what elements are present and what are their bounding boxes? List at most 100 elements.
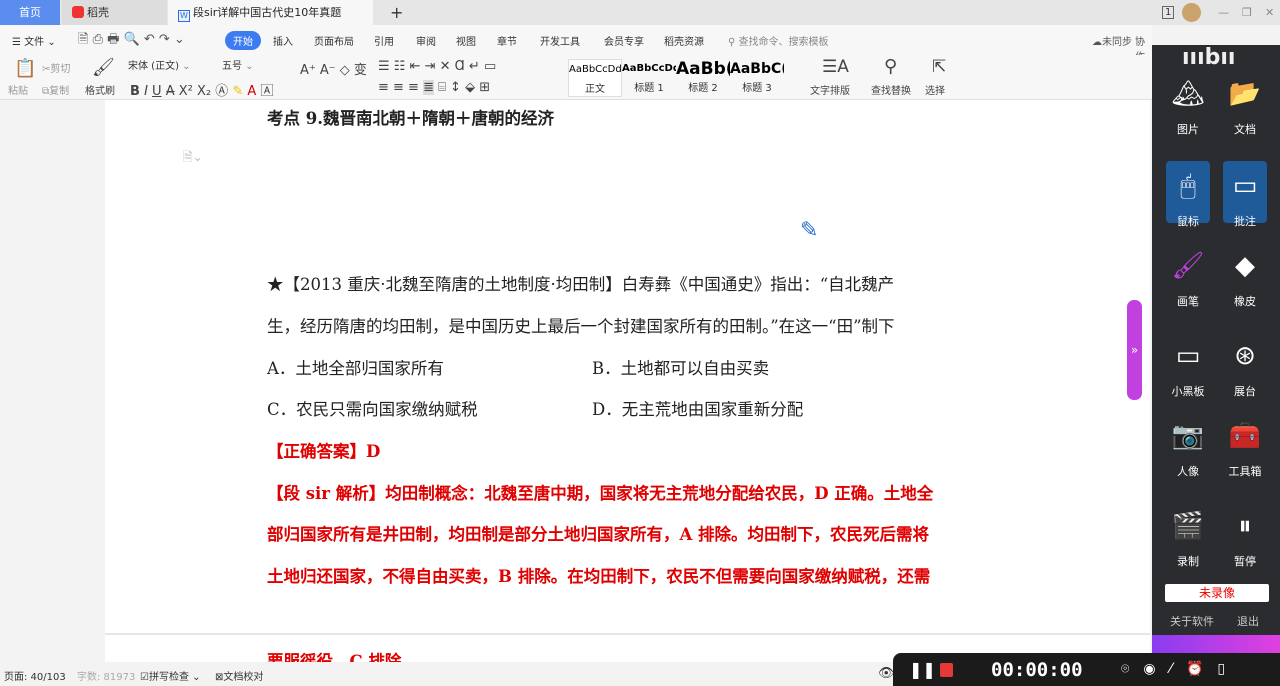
mouse-tool[interactable]: 🖱 鼠标 <box>1166 161 1210 228</box>
font-select[interactable]: 宋体 (正文) ⌄ <box>128 58 220 76</box>
option-d: D．无主荒地由国家重新分配 <box>592 400 804 419</box>
option-c: C．农民只需向国家缴纳赋税 <box>267 400 478 419</box>
image-tool[interactable]: 🏔 图片 <box>1166 73 1210 137</box>
paragraph-menu-icon[interactable]: 🗎⌄ <box>183 148 203 169</box>
menu-developer[interactable]: 开发工具 <box>540 33 580 48</box>
menu-insert[interactable]: 插入 <box>273 33 293 48</box>
recorder-tool-icons[interactable]: ⌾◉⁄⏰▯ <box>1121 661 1239 677</box>
side-expand-handle[interactable]: » <box>1127 300 1142 400</box>
section-heading: 考点 9.魏晋南北朝＋隋朝＋唐朝的经济 <box>267 109 554 128</box>
pause-button[interactable]: ❚❚ <box>909 660 936 679</box>
menu-member[interactable]: 会员专享 <box>604 33 644 48</box>
page-break <box>105 633 1150 635</box>
tab-document-label: 段sir详解中国古代史10年真题 <box>193 6 342 19</box>
brush-tool[interactable]: 🖌 画笔 <box>1166 245 1210 309</box>
image-icon: 🏔 <box>1171 79 1205 109</box>
new-tab-button[interactable]: + <box>380 0 413 25</box>
style-heading-1[interactable]: AaBbCcDd 标题 1 <box>622 59 676 97</box>
window-count-badge[interactable]: 1 <box>1162 6 1175 19</box>
mouse-icon: 🖱 <box>1180 170 1196 201</box>
font-size-select[interactable]: 五号 ⌄ <box>222 58 294 76</box>
font-format-icons[interactable]: B I U A̶ X² X₂ Ⓐ ✎ A 🄰 <box>130 80 273 99</box>
sync-button[interactable]: ☁未同步 <box>1092 33 1132 48</box>
paste-button[interactable]: 粘贴 <box>8 82 28 97</box>
about-button[interactable]: 关于软件 <box>1170 613 1214 629</box>
avatar[interactable] <box>1182 3 1201 22</box>
command-search[interactable]: ⚲ 查找命令、搜索模板 <box>728 33 829 48</box>
menu-layout[interactable]: 页面布局 <box>314 33 354 48</box>
annotate-tool[interactable]: ▭ 批注 <box>1223 161 1267 228</box>
alignment-icons[interactable]: ≡ ≡ ≡ ≣ ⌸ ↕ ⬙ ⊞ <box>378 80 490 95</box>
menu-review[interactable]: 审阅 <box>416 33 436 48</box>
menu-daoke-resources[interactable]: 稻壳资源 <box>664 33 704 48</box>
analysis-line: 部归国家所有是井田制，均田制是部分土地归国家所有，A 排除。均田制下，农民死后需… <box>267 525 930 544</box>
eraser-tool[interactable]: ◆ 橡皮 <box>1223 245 1267 309</box>
close-button[interactable]: ✕ <box>1255 0 1280 25</box>
analysis-line: 土地归还国家，不得自由买卖，B 排除。在均田制下，农民不但需要向国家缴纳赋税，还… <box>267 567 931 586</box>
format-painter-button[interactable]: 格式刷 <box>85 82 115 97</box>
portrait-tool[interactable]: 📷 人像 <box>1166 415 1210 479</box>
menu-chapter[interactable]: 章节 <box>497 33 517 48</box>
promo-banner <box>1152 635 1280 653</box>
word-count[interactable]: 字数: 81973 <box>77 668 135 683</box>
proofread-button[interactable]: ⊠文档校对 <box>215 668 263 683</box>
showcase-tool[interactable]: ⊛ 展台 <box>1223 335 1267 399</box>
folder-icon: 📂 <box>1228 79 1262 109</box>
option-b: B．土地都可以自由买卖 <box>592 359 770 378</box>
pause-circle-icon: ⏸ <box>1238 510 1252 541</box>
pause-tool[interactable]: ⏸ 暂停 <box>1223 505 1267 569</box>
annotate-window-icon: ▭ <box>1232 171 1258 201</box>
option-a: A．土地全部归国家所有 <box>267 359 444 378</box>
menu-bar: ☰ 文件 ⌄ 🗎 ⎙ 🖶 🔍 ↶ ↷ ⌄ 开始 插入 页面布局 引用 审阅 视图… <box>0 25 1152 63</box>
find-replace-button[interactable]: 查找替换 <box>871 82 911 97</box>
stop-button[interactable] <box>940 663 953 677</box>
menu-references[interactable]: 引用 <box>374 33 394 48</box>
file-menu[interactable]: ☰ 文件 ⌄ <box>12 33 56 48</box>
daoke-logo-icon <box>72 6 84 18</box>
text-layout-button[interactable]: 文字排版 <box>810 82 850 97</box>
select-button[interactable]: 选择 <box>925 82 945 97</box>
cursor-select-icon: ⇱ <box>932 57 947 77</box>
screen-recorder-panel: ıııbıı 🏔 图片 📂 文档 🖱 鼠标 ▭ 批注 🖌 画笔 ◆ 橡皮 ▭ 小黑板 ⊛ 展台 … <box>1152 45 1280 653</box>
tab-bar: 首页 稻壳 W段sir详解中国古代史10年真题● + 1 — ❐ ✕ <box>0 0 1280 44</box>
recording-control-bar: ❚❚ 00:00:00 ⌾◉⁄⏰▯ <box>893 653 1280 686</box>
page-indicator[interactable]: 页面: 40/103 <box>4 668 66 683</box>
toolbox-tool[interactable]: 🧰 工具箱 <box>1223 415 1267 479</box>
exit-button[interactable]: 退出 <box>1237 613 1259 629</box>
format-painter-icon[interactable]: 🖌 <box>92 57 115 78</box>
eraser-icon: ◆ <box>1235 251 1255 281</box>
text-layout-icon: ☰A <box>822 57 849 77</box>
camera-icon: 📷 <box>1171 421 1205 451</box>
style-heading-3[interactable]: AaBbC(标题 3 <box>730 59 784 97</box>
paste-icon[interactable]: 📋 <box>14 58 36 79</box>
spell-check-button[interactable]: ☑拼写检查 ⌄ <box>140 668 201 683</box>
copy-button[interactable]: ⧉复制 <box>42 82 69 97</box>
tab-daoke-label: 稻壳 <box>87 6 109 19</box>
not-recording-status: 未录像 <box>1165 584 1269 602</box>
blackboard-tool[interactable]: ▭ 小黑板 <box>1166 335 1210 399</box>
style-normal[interactable]: AaBbCcDd 正文 <box>568 59 622 97</box>
ribbon-toolbar: 📋 粘贴 ✂剪切 ⧉复制 🖌 格式刷 宋体 (正文) ⌄ 五号 ⌄ A⁺ A⁻ … <box>0 55 1152 100</box>
wps-writer-icon: W <box>178 10 190 22</box>
menu-view[interactable]: 视图 <box>456 33 476 48</box>
quick-access-icons[interactable]: 🗎 ⎙ 🖶 🔍 ↶ ↷ ⌄ <box>78 30 185 52</box>
record-tool[interactable]: 🎬 录制 <box>1166 505 1210 569</box>
tab-daoke[interactable]: 稻壳 <box>62 0 167 25</box>
question-text-line: 生，经历隋唐的均田制，是中国历史上最后一个封建国家所有的田制。”在这一“田”制下 <box>267 317 895 336</box>
cut-button[interactable]: ✂剪切 <box>42 60 70 75</box>
tab-document[interactable]: W段sir详解中国古代史10年真题● <box>168 0 373 44</box>
toolbox-icon: 🧰 <box>1228 421 1262 451</box>
find-icon: ⚲ <box>884 56 898 77</box>
blackboard-icon: ▭ <box>1175 341 1201 371</box>
correct-answer: 【正确答案】D <box>267 442 381 461</box>
font-size-adjust-icons[interactable]: A⁺ A⁻ ◇ 变 <box>300 59 367 78</box>
search-icon: ⚲ <box>728 37 736 48</box>
analysis-line: 【段 sir 解析】均田制概念：北魏至唐中期，国家将无主荒地分配给农民，D 正确… <box>267 484 934 503</box>
tab-home[interactable]: 首页 <box>0 0 60 25</box>
bilibili-logo: ıııbıı <box>1182 45 1236 70</box>
document-tool[interactable]: 📂 文档 <box>1223 73 1267 137</box>
list-icons[interactable]: ☰ ☷ ⇤ ⇥ ✕ Ɑ ↵ ▭ <box>378 59 496 74</box>
menu-start[interactable]: 开始 <box>225 31 261 50</box>
style-heading-2[interactable]: AaBb(标题 2 <box>676 59 730 97</box>
question-text-line: ★【2013 重庆·北魏至隋唐的土地制度·均田制】白寿彝《中国通史》指出：“自北… <box>267 275 895 294</box>
